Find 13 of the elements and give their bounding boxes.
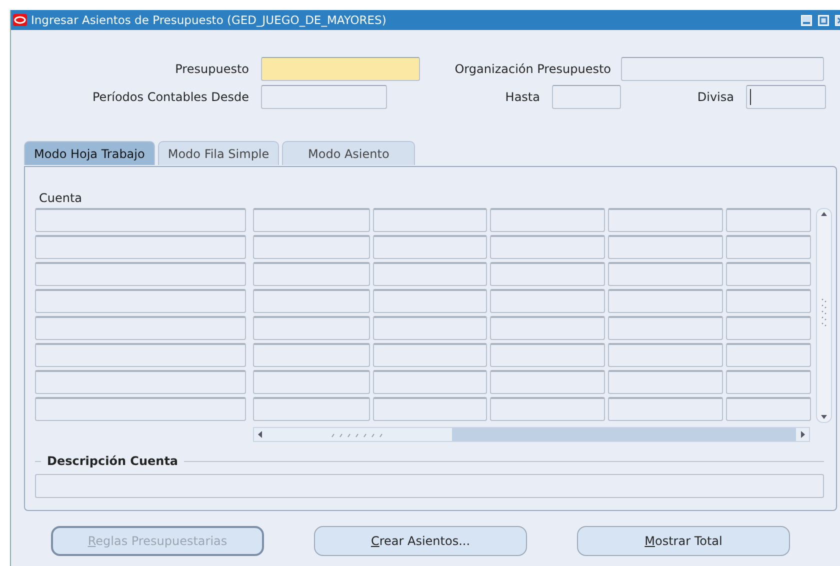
field-label: Organización Presupuesto: [454, 62, 612, 76]
section-title: Descripción Cuenta: [47, 454, 178, 468]
column-header: Cuenta: [39, 191, 82, 205]
field-label: Divisa: [696, 90, 735, 104]
tab[interactable]: Modo Fila Simple: [158, 141, 280, 165]
action-button[interactable]: Crear Asientos...: [314, 526, 527, 556]
window-title: Ingresar Asientos de Presupuesto (GED_JUEGO_DE_MAYORES): [31, 13, 388, 27]
tab[interactable]: Modo Hoja Trabajo: [24, 141, 155, 165]
field-label: Períodos Contables Desde: [92, 90, 250, 104]
action-button[interactable]: Mostrar Total: [577, 526, 790, 556]
field-label: Presupuesto: [174, 62, 250, 76]
field-label: Hasta: [504, 90, 541, 104]
tab[interactable]: Modo Asiento: [282, 141, 416, 165]
